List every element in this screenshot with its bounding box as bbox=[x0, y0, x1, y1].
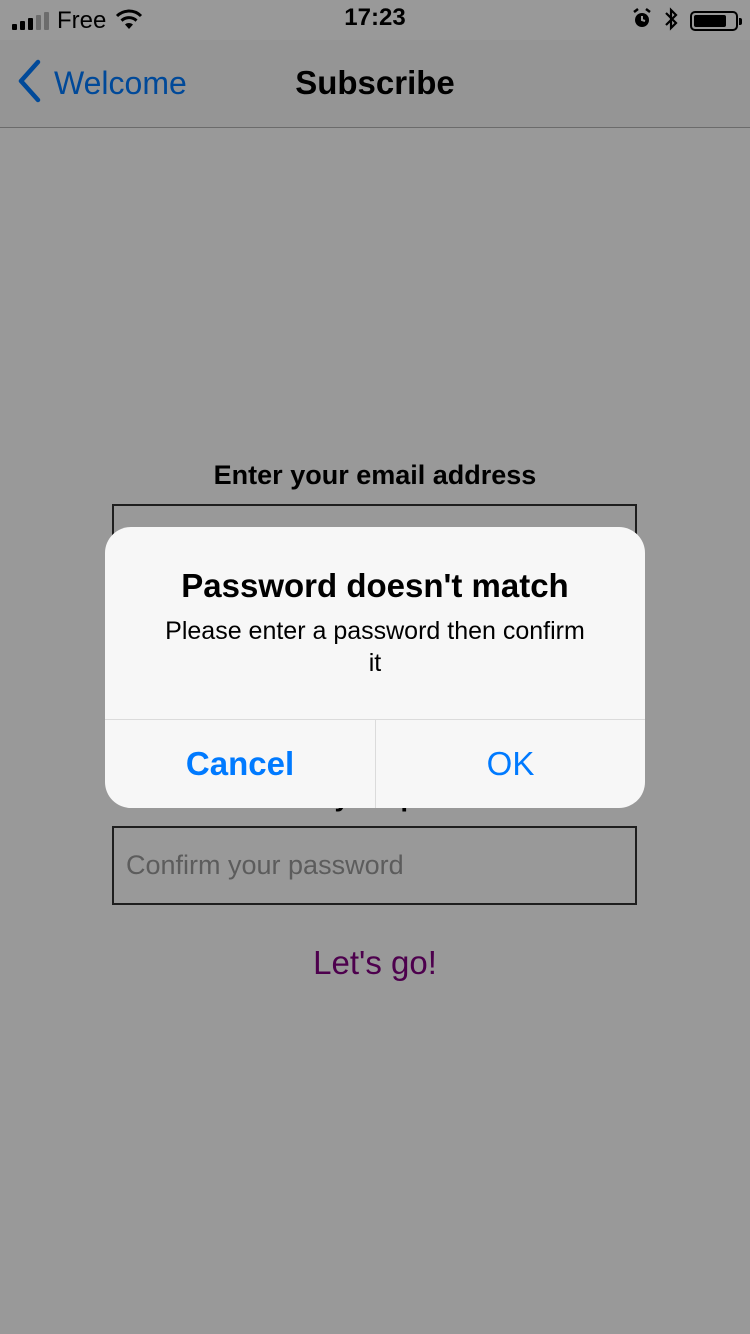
alert-dialog: Password doesn't match Please enter a pa… bbox=[105, 527, 645, 808]
ok-button[interactable]: OK bbox=[376, 720, 645, 808]
alert-message: Please enter a password then confirm it bbox=[165, 617, 585, 677]
alert-title: Password doesn't match bbox=[181, 567, 569, 604]
cancel-button[interactable]: Cancel bbox=[105, 720, 375, 808]
subscribe-screen: Free 17:23 Welcome Subscribe Enter your … bbox=[0, 0, 750, 1334]
